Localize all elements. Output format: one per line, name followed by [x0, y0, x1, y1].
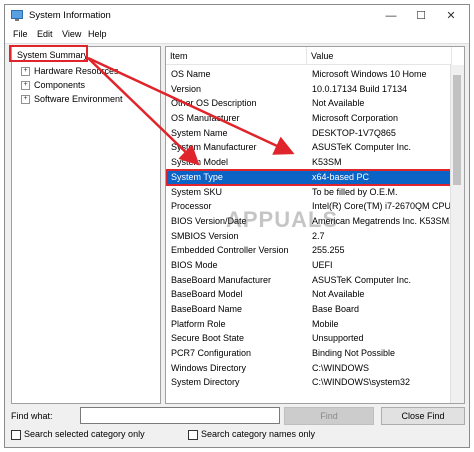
table-row[interactable]: System Manufacturer ASUSTeK Computer Inc. — [166, 140, 451, 155]
row-value: Not Available — [312, 289, 365, 300]
window-title: System Information — [29, 10, 111, 21]
system-info-app-icon — [11, 10, 23, 21]
row-item: Platform Role — [171, 318, 226, 329]
row-value: x64-based PC — [312, 171, 370, 182]
row-value: To be filled by O.E.M. — [312, 186, 398, 197]
tree-item-hardware-resources[interactable]: + Hardware Resources — [21, 66, 119, 77]
row-value: Mobile — [312, 318, 339, 329]
row-item: OS Manufacturer — [171, 113, 240, 124]
row-value: ASUSTeK Computer Inc. — [312, 142, 412, 153]
table-row[interactable]: BaseBoard Manufacturer ASUSTeK Computer I… — [166, 273, 451, 288]
table-row[interactable]: Platform Role Mobile — [166, 317, 451, 332]
maximize-button[interactable]: ☐ — [407, 5, 435, 27]
row-value: Unsupported — [312, 333, 364, 344]
search-selected-category-checkbox[interactable]: Search selected category only — [11, 429, 145, 440]
row-item: OS Name — [171, 69, 211, 79]
table-row[interactable]: System SKU To be filled by O.E.M. — [166, 185, 451, 200]
tree-item-software-environment[interactable]: + Software Environment — [21, 94, 123, 105]
find-what-label: Find what: — [11, 411, 53, 421]
scrollbar-thumb[interactable] — [453, 75, 461, 185]
checkbox-box[interactable] — [11, 429, 21, 440]
tree-item-label: Components — [34, 80, 86, 90]
row-value: C:\WINDOWS — [312, 362, 369, 373]
row-value: C:\WINDOWS\system32 — [312, 377, 411, 388]
row-value: Not Available — [312, 98, 365, 109]
expand-icon[interactable]: + — [21, 67, 30, 77]
row-value: UEFI — [312, 259, 333, 270]
row-item: BaseBoard Name — [171, 304, 243, 314]
table-row[interactable]: BaseBoard Name Base Board — [166, 302, 451, 317]
column-header-item[interactable]: Item — [166, 47, 307, 65]
row-item: System Directory — [171, 377, 240, 388]
row-item: System SKU — [171, 186, 223, 197]
menu-help[interactable]: Help — [88, 29, 107, 39]
table-row[interactable]: BIOS Mode UEFI — [166, 258, 451, 273]
row-value: Microsoft Corporation — [312, 113, 399, 124]
system-information-window: System Information — ☐ ✕ File Edit View … — [4, 4, 470, 448]
row-value: 10.0.17134 Build 17134 — [312, 83, 408, 94]
table-row[interactable]: BaseBoard Model Not Available — [166, 287, 451, 302]
vertical-scrollbar[interactable] — [450, 65, 464, 403]
title-bar: System Information — ☐ ✕ — [5, 5, 469, 27]
menu-edit[interactable]: Edit — [37, 29, 53, 39]
table-row[interactable]: PCR7 Configuration Binding Not Possible — [166, 346, 451, 361]
tree-item-label: Hardware Resources — [34, 66, 119, 76]
table-row[interactable]: OS Manufacturer Microsoft Corporation — [166, 111, 451, 126]
row-item: Windows Directory — [171, 362, 247, 373]
row-item: BaseBoard Model — [171, 289, 243, 300]
row-item: System Name — [171, 127, 228, 138]
expand-icon[interactable]: + — [21, 95, 30, 105]
appuals-watermark: APPUALS — [226, 207, 339, 232]
row-item: BaseBoard Manufacturer — [171, 274, 272, 285]
checkbox-label: Search category names only — [201, 429, 316, 439]
column-header-value[interactable]: Value — [307, 47, 452, 65]
row-value: Microsoft Windows 10 Home — [312, 69, 427, 79]
details-list: Item Value OS Name Microsoft Windows 10 H… — [165, 46, 465, 404]
table-row[interactable]: Embedded Controller Version 255.255 — [166, 243, 451, 258]
menu-view[interactable]: View — [62, 29, 81, 39]
row-item: Secure Boot State — [171, 333, 245, 344]
table-row[interactable]: Secure Boot State Unsupported — [166, 331, 451, 346]
category-tree: System Summary + Hardware Resources + Comp… — [11, 46, 161, 404]
table-row[interactable]: System Type x64-based PC — [166, 168, 452, 186]
find-bar: Find what: Find Close Find Search select… — [5, 405, 471, 447]
checkbox-label: Search selected category only — [24, 429, 145, 439]
close-find-button[interactable]: Close Find — [381, 407, 465, 425]
annotation-highlight-box — [9, 45, 88, 62]
table-row[interactable]: Windows Directory C:\WINDOWS — [166, 361, 451, 376]
row-item: Embedded Controller Version — [171, 245, 289, 256]
menu-bar: File Edit View Help — [5, 27, 469, 44]
expand-icon[interactable]: + — [21, 81, 30, 91]
row-item: BIOS Mode — [171, 259, 218, 270]
table-row[interactable]: System Directory C:\WINDOWS\system32 — [166, 375, 451, 390]
row-value: ASUSTeK Computer Inc. — [312, 274, 412, 285]
find-button[interactable]: Find — [284, 407, 374, 425]
search-category-names-checkbox[interactable]: Search category names only — [188, 429, 315, 440]
table-row[interactable]: Version 10.0.17134 Build 17134 — [166, 82, 451, 97]
tree-item-label: Software Environment — [34, 94, 123, 104]
row-value: Base Board — [312, 304, 360, 314]
row-value: 255.255 — [312, 245, 345, 256]
close-button[interactable]: ✕ — [437, 5, 465, 27]
minimize-button[interactable]: — — [377, 5, 405, 27]
row-item: System Model — [171, 157, 229, 168]
tree-item-components[interactable]: + Components — [21, 80, 86, 91]
row-item: PCR7 Configuration — [171, 348, 252, 359]
checkbox-box[interactable] — [188, 429, 198, 440]
table-row[interactable]: System Name DESKTOP-1V7Q865 — [166, 126, 451, 141]
row-item: System Manufacturer — [171, 142, 257, 153]
table-row[interactable]: System Model K53SM — [166, 155, 451, 170]
find-what-input[interactable] — [80, 407, 280, 424]
row-item: Other OS Description — [171, 98, 257, 109]
row-value: DESKTOP-1V7Q865 — [312, 127, 396, 138]
row-item: Version — [171, 83, 202, 94]
row-item: System Type — [171, 171, 223, 182]
table-row[interactable]: OS Name Microsoft Windows 10 Home — [166, 67, 451, 82]
menu-file[interactable]: File — [13, 29, 28, 39]
row-value: Binding Not Possible — [312, 348, 396, 359]
row-value: K53SM — [312, 157, 342, 168]
table-row[interactable]: Other OS Description Not Available — [166, 96, 451, 111]
